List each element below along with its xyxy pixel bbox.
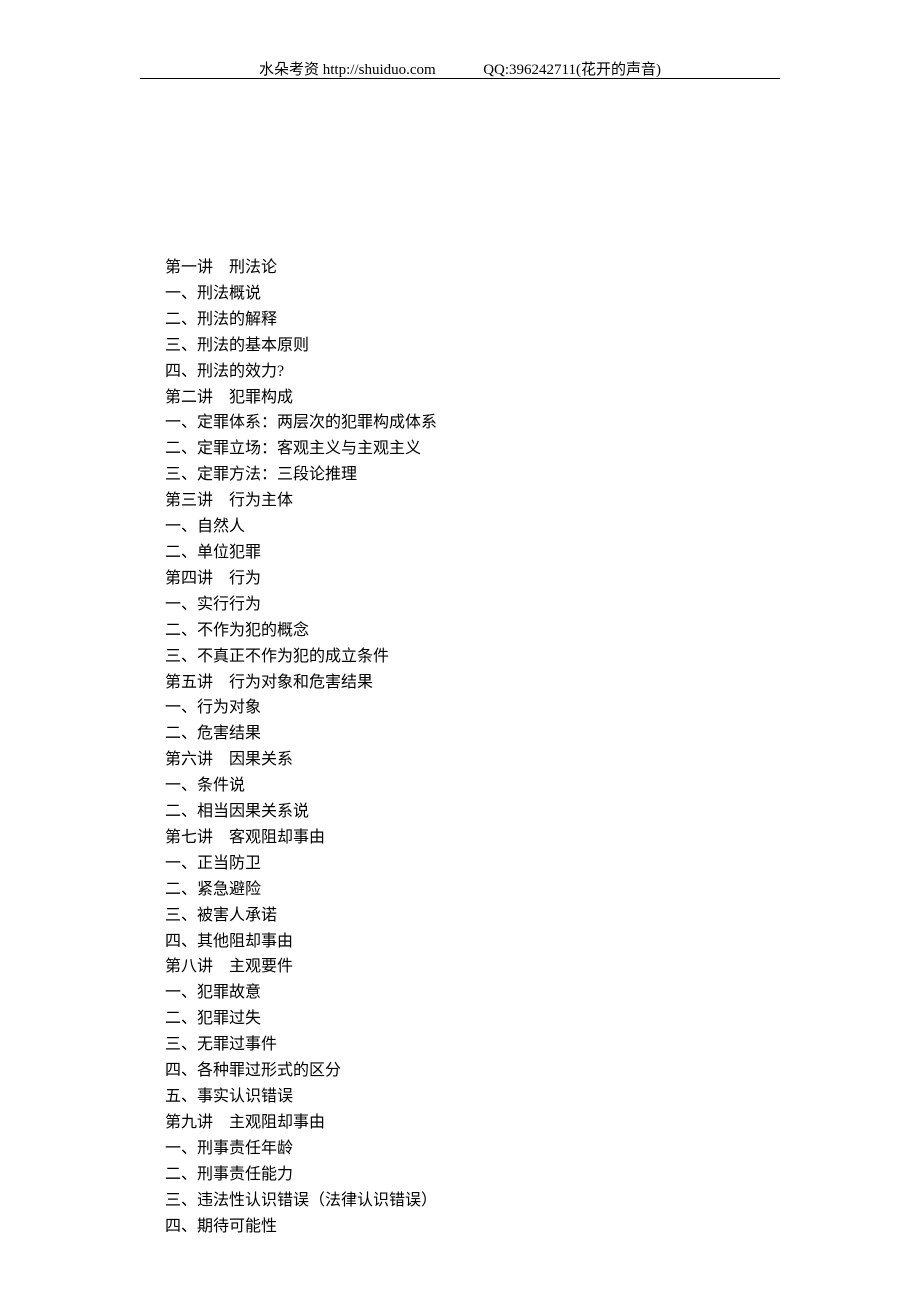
toc-line: 一、正当防卫: [165, 851, 765, 877]
toc-line: 三、无罪过事件: [165, 1032, 765, 1058]
toc-line: 二、紧急避险: [165, 877, 765, 903]
toc-line: 四、各种罪过形式的区分: [165, 1058, 765, 1084]
header-underline: [140, 78, 780, 79]
toc-line: 一、实行行为: [165, 592, 765, 618]
toc-line: 第二讲 犯罪构成: [165, 385, 765, 411]
toc-line: 第九讲 主观阻却事由: [165, 1110, 765, 1136]
header-right: QQ:396242711(花开的声音): [483, 62, 661, 78]
toc-line: 二、单位犯罪: [165, 540, 765, 566]
toc-line: 第八讲 主观要件: [165, 954, 765, 980]
toc-line: 三、违法性认识错误（法律认识错误）: [165, 1188, 765, 1214]
toc-line: 四、其他阻却事由: [165, 929, 765, 955]
toc-line: 一、刑事责任年龄: [165, 1136, 765, 1162]
toc-line: 三、不真正不作为犯的成立条件: [165, 644, 765, 670]
toc-line: 第四讲 行为: [165, 566, 765, 592]
toc-line: 三、刑法的基本原则: [165, 333, 765, 359]
toc-line: 一、犯罪故意: [165, 980, 765, 1006]
page-header: 水朵考资 http://shuiduo.com QQ:396242711(花开的…: [0, 58, 920, 79]
toc-line: 二、危害结果: [165, 721, 765, 747]
toc-line: 三、被害人承诺: [165, 903, 765, 929]
toc-line: 一、自然人: [165, 514, 765, 540]
toc-line: 第六讲 因果关系: [165, 747, 765, 773]
toc-line: 一、刑法概说: [165, 281, 765, 307]
toc-line: 二、不作为犯的概念: [165, 618, 765, 644]
toc-line: 二、相当因果关系说: [165, 799, 765, 825]
document-content: 第一讲 刑法论 一、刑法概说 二、刑法的解释 三、刑法的基本原则 四、刑法的效力…: [165, 255, 765, 1239]
toc-line: 三、定罪方法：三段论推理: [165, 462, 765, 488]
toc-line: 二、犯罪过失: [165, 1006, 765, 1032]
toc-line: 四、期待可能性: [165, 1214, 765, 1240]
header-left: 水朵考资 http://shuiduo.com: [259, 62, 436, 78]
toc-line: 一、行为对象: [165, 695, 765, 721]
toc-line: 二、刑事责任能力: [165, 1162, 765, 1188]
toc-line: 第一讲 刑法论: [165, 255, 765, 281]
toc-line: 二、刑法的解释: [165, 307, 765, 333]
toc-line: 一、条件说: [165, 773, 765, 799]
toc-line: 第五讲 行为对象和危害结果: [165, 670, 765, 696]
toc-line: 第七讲 客观阻却事由: [165, 825, 765, 851]
toc-line: 一、定罪体系：两层次的犯罪构成体系: [165, 410, 765, 436]
toc-line: 二、定罪立场：客观主义与主观主义: [165, 436, 765, 462]
toc-line: 五、事实认识错误: [165, 1084, 765, 1110]
toc-line: 第三讲 行为主体: [165, 488, 765, 514]
toc-line: 四、刑法的效力?: [165, 359, 765, 385]
